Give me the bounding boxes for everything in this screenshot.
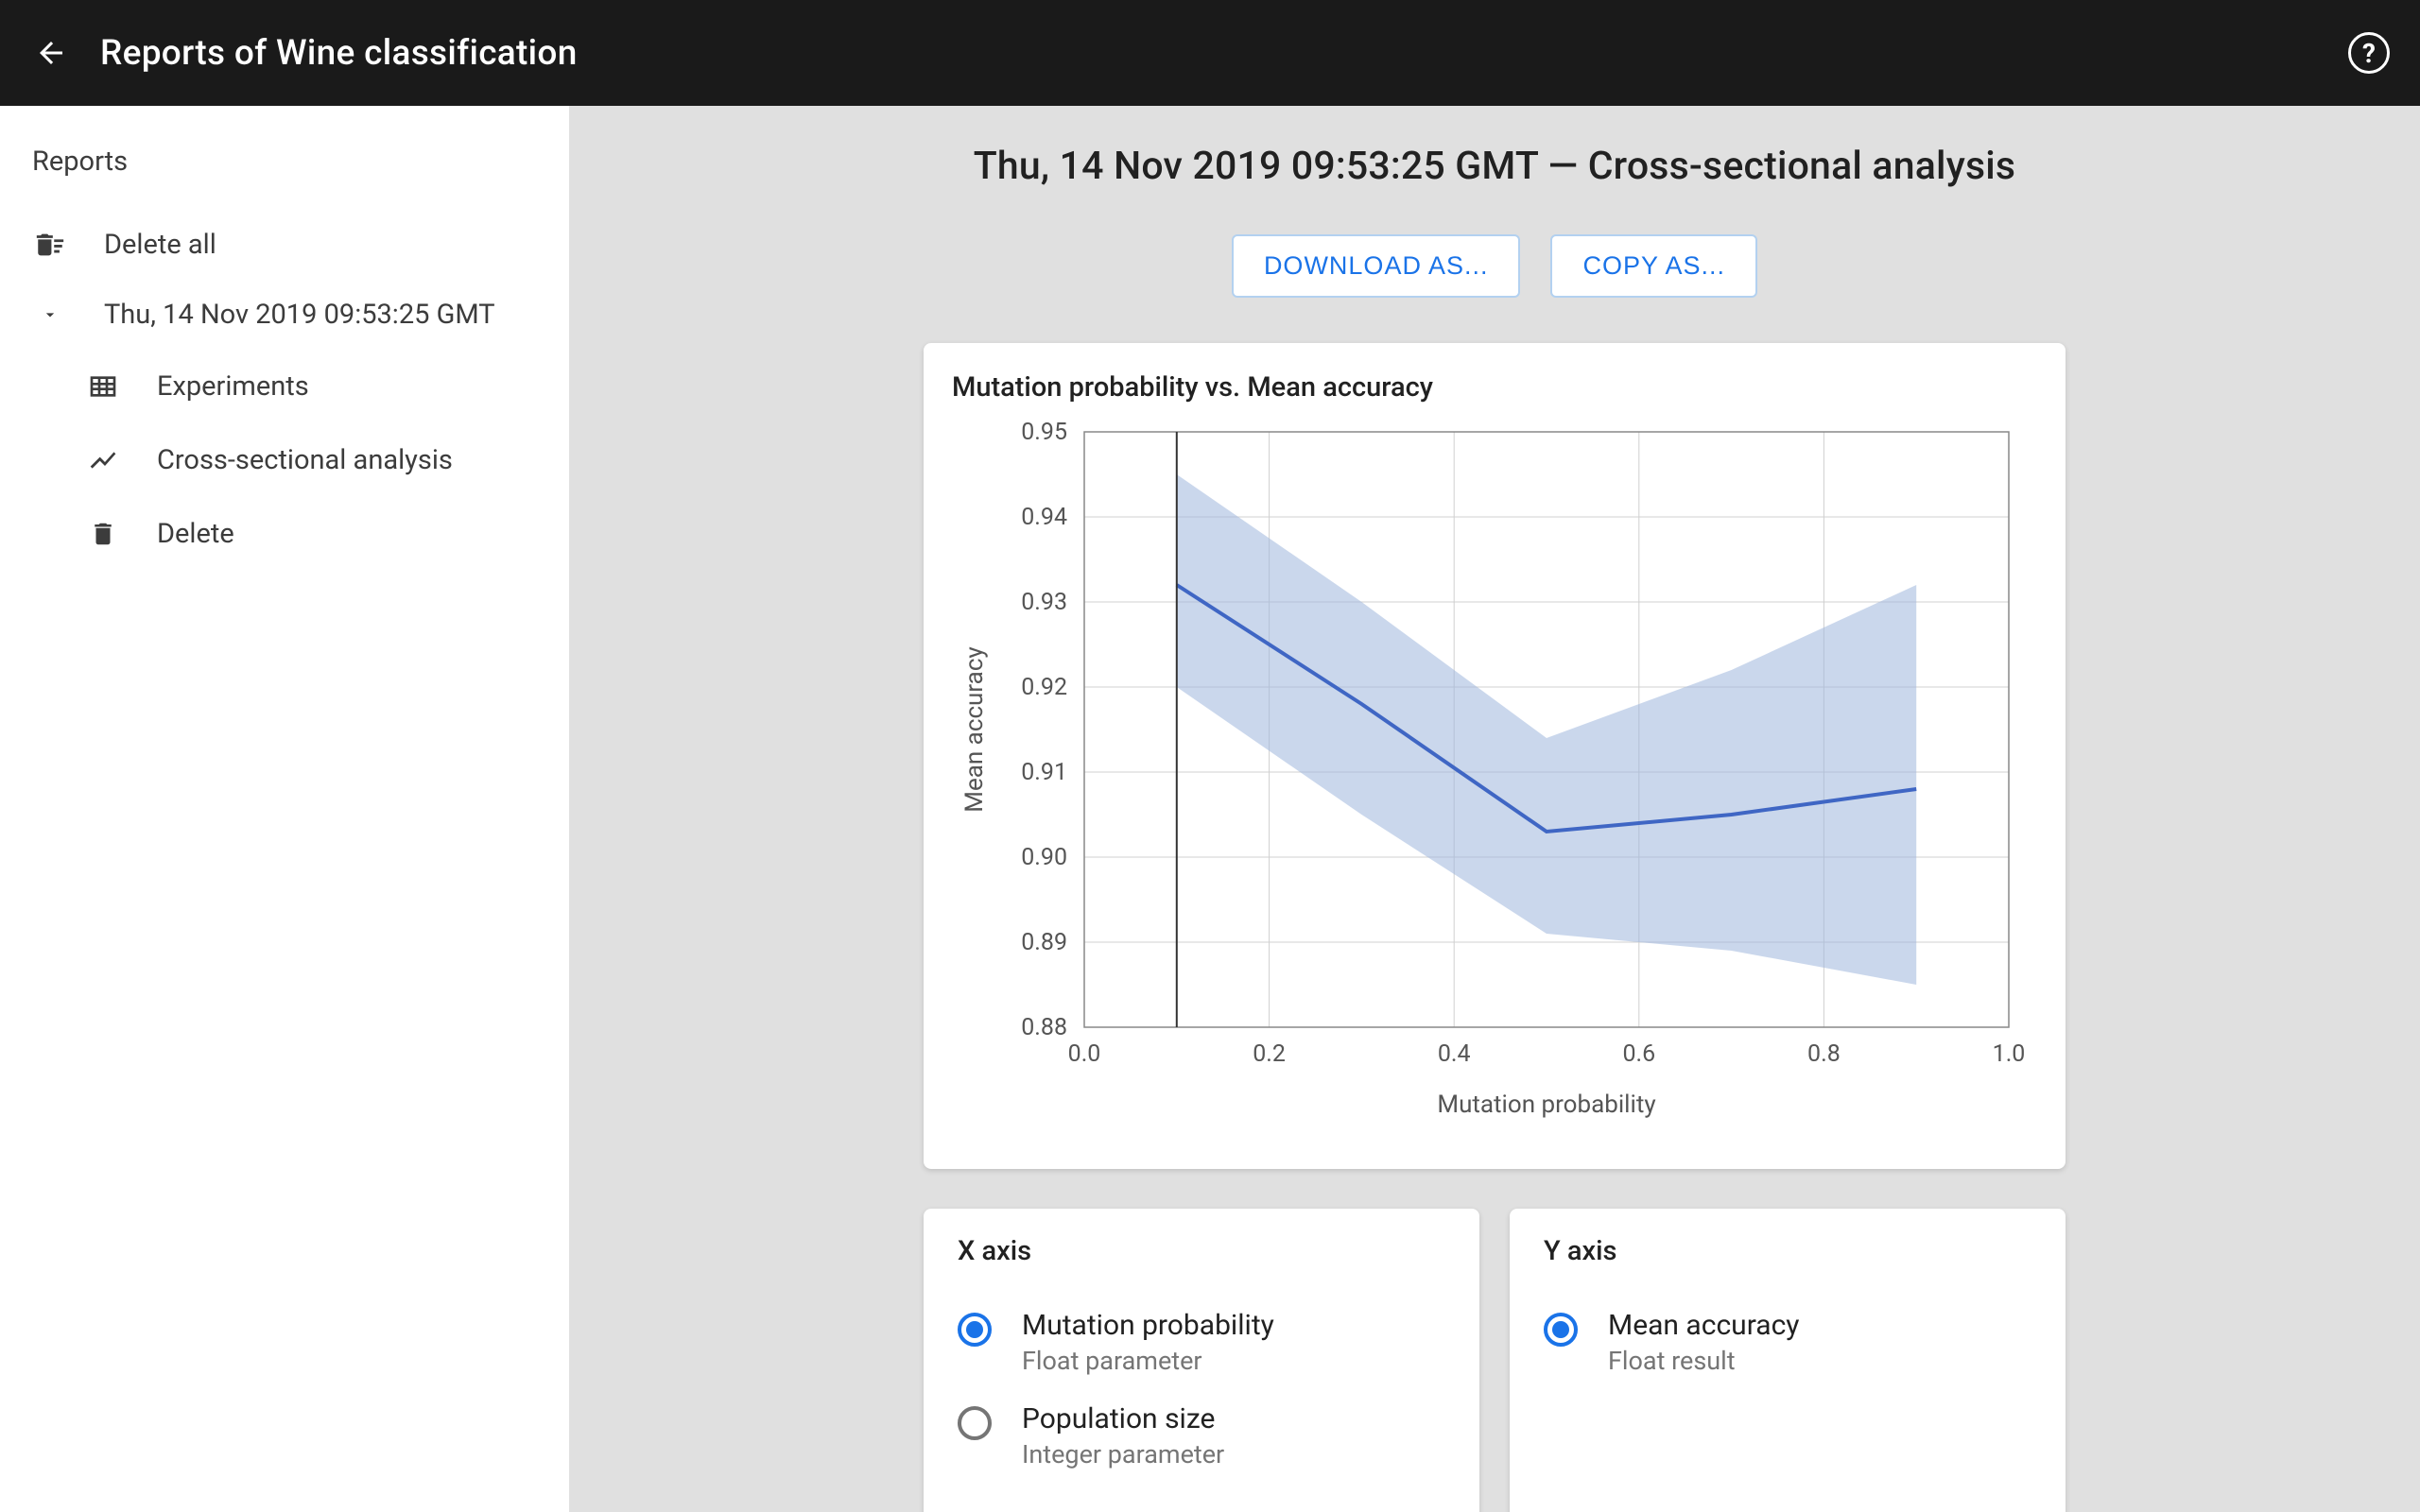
svg-text:0.0: 0.0: [1068, 1040, 1101, 1068]
radio-icon: [958, 1406, 992, 1440]
x-axis-option-0[interactable]: Mutation probability Float parameter: [958, 1296, 1445, 1389]
arrow-back-icon: [34, 36, 68, 70]
svg-text:0.91: 0.91: [1021, 759, 1067, 786]
svg-text:Mean accuracy: Mean accuracy: [960, 646, 989, 813]
report-date-label: Thu, 14 Nov 2019 09:53:25 GMT: [104, 299, 495, 331]
app-header: Reports of Wine classification ?: [0, 0, 2420, 106]
sidebar: Reports Delete all Thu, 14 Nov 2019 09:5…: [0, 106, 569, 1512]
radio-label: Population size: [1022, 1402, 1224, 1435]
svg-text:0.92: 0.92: [1021, 674, 1067, 701]
svg-text:1.0: 1.0: [1993, 1040, 2026, 1068]
back-button[interactable]: [30, 32, 72, 74]
svg-text:0.88: 0.88: [1021, 1014, 1067, 1041]
svg-text:0.6: 0.6: [1622, 1040, 1655, 1068]
report-date-item[interactable]: Thu, 14 Nov 2019 09:53:25 GMT: [0, 280, 569, 350]
help-button[interactable]: ?: [2348, 32, 2390, 74]
radio-icon: [958, 1313, 992, 1347]
radio-icon: [1544, 1313, 1578, 1347]
table-icon: [85, 369, 121, 404]
x-axis-card: X axis Mutation probability Float paramet…: [924, 1209, 1479, 1512]
cross-sectional-item[interactable]: Cross-sectional analysis: [53, 423, 569, 497]
svg-text:0.93: 0.93: [1021, 589, 1067, 616]
delete-item[interactable]: Delete: [53, 497, 569, 571]
axis-config-row: X axis Mutation probability Float paramet…: [924, 1209, 2066, 1512]
chevron-down-icon: [32, 297, 68, 333]
delete-label: Delete: [157, 518, 234, 550]
svg-text:0.89: 0.89: [1021, 929, 1067, 956]
radio-sublabel: Integer parameter: [1022, 1439, 1224, 1469]
sidebar-title: Reports: [0, 134, 569, 210]
download-button[interactable]: DOWNLOAD AS...: [1232, 234, 1521, 298]
svg-text:0.4: 0.4: [1438, 1040, 1471, 1068]
copy-button[interactable]: COPY AS...: [1550, 234, 1757, 298]
experiments-label: Experiments: [157, 370, 309, 403]
svg-text:0.95: 0.95: [1021, 422, 1067, 446]
trash-icon: [85, 516, 121, 552]
experiments-item[interactable]: Experiments: [53, 350, 569, 423]
svg-text:0.94: 0.94: [1021, 504, 1067, 531]
svg-text:0.90: 0.90: [1021, 844, 1067, 871]
svg-text:Mutation probability: Mutation probability: [1437, 1091, 1655, 1119]
delete-all-label: Delete all: [104, 229, 216, 261]
y-axis-card: Y axis Mean accuracy Float result: [1510, 1209, 2066, 1512]
app-title: Reports of Wine classification: [100, 33, 578, 74]
chart-title: Mutation probability vs. Mean accuracy: [952, 371, 2037, 404]
radio-sublabel: Float parameter: [1022, 1346, 1274, 1376]
chart-plot: 0.0 0.2 0.4 0.6 0.8 1.0 0.88 0.89 0.90 0.91 0.92 0.…: [952, 422, 2037, 1131]
radio-label: Mutation probability: [1022, 1309, 1274, 1342]
help-icon: ?: [2362, 38, 2376, 69]
action-bar: DOWNLOAD AS... COPY AS...: [1232, 234, 1757, 298]
x-axis-title: X axis: [958, 1235, 1445, 1267]
radio-sublabel: Float result: [1608, 1346, 1800, 1376]
cross-sectional-label: Cross-sectional analysis: [157, 444, 453, 476]
y-axis-title: Y axis: [1544, 1235, 2031, 1267]
svg-text:0.8: 0.8: [1807, 1040, 1841, 1068]
x-axis-option-1[interactable]: Population size Integer parameter: [958, 1389, 1445, 1483]
svg-text:0.2: 0.2: [1253, 1040, 1286, 1068]
radio-label: Mean accuracy: [1608, 1309, 1800, 1342]
delete-sweep-icon: [32, 227, 68, 263]
main-content: Thu, 14 Nov 2019 09:53:25 GMT — Cross-se…: [569, 106, 2420, 1512]
chart-card: Mutation probability vs. Mean accuracy 0…: [924, 343, 2066, 1169]
delete-all-button[interactable]: Delete all: [0, 210, 569, 280]
page-title: Thu, 14 Nov 2019 09:53:25 GMT — Cross-se…: [974, 144, 2015, 189]
y-axis-option-0[interactable]: Mean accuracy Float result: [1544, 1296, 2031, 1389]
line-chart-icon: [85, 442, 121, 478]
